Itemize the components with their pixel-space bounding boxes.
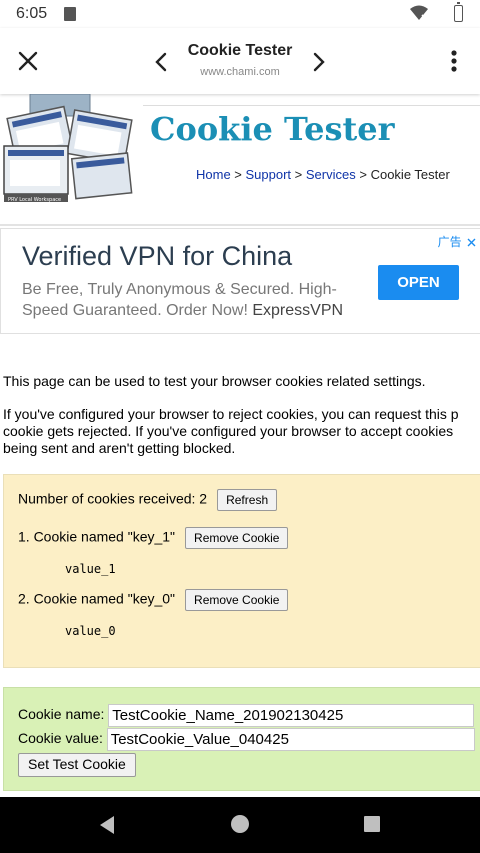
refresh-button[interactable]: Refresh bbox=[217, 489, 278, 511]
toolbar-title: Cookie Tester bbox=[187, 42, 293, 59]
intro-paragraph-2: If you've configured your browser to rej… bbox=[3, 406, 480, 457]
breadcrumb-separator: > bbox=[291, 167, 306, 182]
status-bar: 6:05 bbox=[0, 0, 480, 28]
cookie-item-label: 1. Cookie named "key_1" bbox=[18, 528, 176, 545]
breadcrumb-current: Cookie Tester bbox=[370, 167, 450, 182]
cookie-item-value: value_0 bbox=[65, 624, 116, 638]
intro-text: This page can be used to test your brows… bbox=[3, 373, 480, 457]
cookies-received-panel: Number of cookies received: 2 Refresh 1. … bbox=[3, 474, 480, 668]
header-divider bbox=[143, 105, 480, 106]
cookie-item-value: value_1 bbox=[65, 562, 116, 576]
cookie-value-row: Cookie value: TestCookie_Value_040425 bbox=[18, 728, 475, 751]
intro-paragraph-1: This page can be used to test your brows… bbox=[3, 373, 426, 389]
intro-paragraph-2-line: cookie gets rejected. If you've configur… bbox=[3, 423, 454, 439]
site-logo: PRV Local Workspace bbox=[3, 94, 133, 203]
ad-body: Be Free, Truly Anonymous & Secured. High… bbox=[22, 279, 357, 321]
site-title: Cookie Tester bbox=[150, 110, 395, 148]
ad-open-button[interactable]: OPEN bbox=[378, 265, 459, 300]
breadcrumb-support-link[interactable]: Support bbox=[246, 167, 292, 182]
recent-apps-icon[interactable] bbox=[364, 816, 380, 832]
ad-badge[interactable]: 广告 bbox=[438, 233, 476, 250]
cookie-item-row: 2. Cookie named "key_0" Remove Cookie bbox=[18, 589, 289, 611]
back-icon[interactable] bbox=[96, 814, 118, 836]
breadcrumb-separator: > bbox=[230, 167, 246, 182]
cookie-name-label: Cookie name: bbox=[18, 706, 105, 723]
remove-cookie-button[interactable]: Remove Cookie bbox=[185, 527, 289, 549]
ad-close-icon[interactable] bbox=[467, 238, 476, 247]
intro-paragraph-2-line: If you've configured your browser to rej… bbox=[3, 406, 459, 422]
cookie-item-label: 2. Cookie named "key_0" bbox=[18, 590, 176, 607]
more-options-icon[interactable] bbox=[440, 46, 468, 76]
ad-title[interactable]: Verified VPN for China bbox=[22, 241, 292, 272]
ad-brand: ExpressVPN bbox=[252, 302, 344, 319]
cookie-value-input[interactable]: TestCookie_Value_040425 bbox=[106, 728, 475, 751]
breadcrumb-home-link[interactable]: Home bbox=[196, 167, 231, 182]
logo-caption: PRV Local Workspace bbox=[8, 197, 61, 203]
ad-banner[interactable]: Verified VPN for China Be Free, Truly An… bbox=[0, 228, 480, 334]
set-test-cookie-button[interactable]: Set Test Cookie bbox=[18, 753, 136, 777]
cookie-name-input[interactable]: TestCookie_Name_201902130425 bbox=[108, 704, 475, 727]
close-icon[interactable] bbox=[12, 45, 44, 77]
cookie-count-label: Number of cookies received: 2 bbox=[18, 490, 208, 507]
site-header: PRV Local Workspace Cookie Tester Home >… bbox=[0, 94, 480, 226]
cookie-count-row: Number of cookies received: 2 Refresh bbox=[18, 489, 278, 511]
wifi-icon bbox=[410, 5, 428, 21]
header-bottom-divider bbox=[0, 224, 480, 226]
remove-cookie-button[interactable]: Remove Cookie bbox=[185, 589, 289, 611]
cookie-name-row: Cookie name: TestCookie_Name_20190213042… bbox=[18, 704, 475, 727]
chevron-right-icon[interactable] bbox=[304, 48, 332, 76]
browser-toolbar: Cookie Tester www.chami.com bbox=[0, 28, 480, 94]
intro-paragraph-2-line: being sent and aren't getting blocked. bbox=[3, 440, 236, 456]
breadcrumb: Home > Support > Services > Cookie Teste… bbox=[196, 167, 450, 182]
toolbar-url: www.chami.com bbox=[200, 66, 280, 78]
battery-icon bbox=[454, 2, 463, 22]
ad-badge-label: 广告 bbox=[437, 235, 462, 249]
sd-card-icon bbox=[64, 7, 76, 21]
status-time: 6:05 bbox=[16, 5, 48, 22]
breadcrumb-separator: > bbox=[355, 167, 371, 182]
cookie-item-row: 1. Cookie named "key_1" Remove Cookie bbox=[18, 527, 289, 549]
system-nav-bar bbox=[0, 797, 480, 853]
breadcrumb-services-link[interactable]: Services bbox=[306, 167, 356, 182]
cookie-value-label: Cookie value: bbox=[18, 730, 103, 747]
home-icon[interactable] bbox=[231, 815, 249, 833]
set-cookie-panel: Cookie name: TestCookie_Name_20190213042… bbox=[3, 687, 480, 791]
